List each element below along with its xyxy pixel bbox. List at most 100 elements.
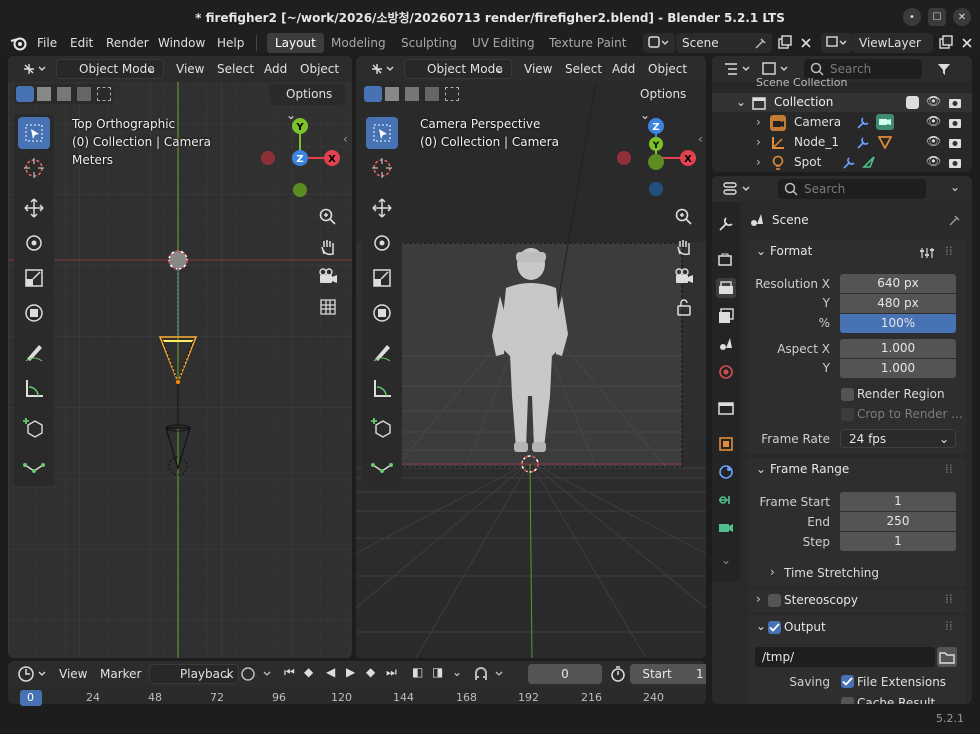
menu-file[interactable]: File <box>37 36 57 50</box>
pan-hand-icon[interactable] <box>315 234 341 260</box>
move-tool-icon[interactable] <box>18 192 50 224</box>
render-camera-icon[interactable] <box>948 156 962 169</box>
scale-tool-icon[interactable] <box>366 262 398 294</box>
outliner-row-camera[interactable]: › Camera 👁 <box>712 113 972 132</box>
render-camera-icon[interactable] <box>948 136 962 149</box>
drag-handle-icon[interactable]: ⁞⁞ <box>945 619 953 633</box>
move-tool-icon[interactable] <box>366 192 398 224</box>
physics-tab-icon[interactable] <box>716 462 736 482</box>
cursor-tool-icon[interactable] <box>366 152 398 184</box>
expand-chevron-icon[interactable]: › <box>770 565 775 579</box>
sidebar-toggle-icon[interactable]: ‹ <box>343 132 348 146</box>
select-intersect-icon[interactable] <box>445 87 459 101</box>
new-scene-icon[interactable] <box>776 34 794 52</box>
new-viewlayer-icon[interactable] <box>937 34 955 52</box>
viewport-camera-perspective[interactable]: Object Mode ⌄ View Select Add Object Opti… <box>356 56 706 658</box>
play-reverse-icon[interactable]: ◀ <box>326 665 335 679</box>
collection-checkbox[interactable] <box>906 96 919 109</box>
select-subtract-icon[interactable] <box>57 87 71 101</box>
viewport-top-orthographic[interactable]: Object Mode ⌄ View Select Add Object Opti… <box>8 56 352 658</box>
menu-object[interactable]: Object <box>648 59 687 79</box>
next-keyframe-icon[interactable]: ◆ <box>366 665 375 679</box>
chevron-down-icon[interactable]: ⌄ <box>452 665 462 679</box>
pan-hand-icon[interactable] <box>671 234 697 260</box>
options-chevron-icon[interactable]: ⌄ <box>950 180 960 194</box>
menu-add[interactable]: Add <box>264 59 287 79</box>
drag-handle-icon[interactable]: ⁞⁞ <box>945 244 953 258</box>
visibility-eye-icon[interactable]: 👁 <box>926 154 941 168</box>
menu-window[interactable]: Window <box>158 36 205 50</box>
play-icon[interactable]: ▶ <box>346 665 355 679</box>
frame-step-field[interactable]: 1 <box>840 532 956 551</box>
select-box-tool-icon[interactable] <box>18 117 50 149</box>
output-checkbox[interactable] <box>768 621 781 634</box>
viewlayer-browse-dropdown[interactable] <box>821 33 853 53</box>
autokey-record-icon[interactable] <box>240 665 276 683</box>
select-extend-icon[interactable] <box>37 87 51 101</box>
editor-type-dropdown[interactable] <box>368 59 396 79</box>
view-layer-field[interactable]: ViewLayer <box>853 33 933 53</box>
select-new-icon[interactable] <box>364 86 382 102</box>
cursor-tool-icon[interactable] <box>18 152 50 184</box>
frame-start-field[interactable]: Start 1 <box>630 664 706 684</box>
camera-view-icon[interactable] <box>315 264 341 290</box>
expand-chevron-icon[interactable]: › <box>756 592 761 606</box>
select-subtract-icon[interactable] <box>405 87 419 101</box>
select-extend-icon[interactable] <box>385 87 399 101</box>
visibility-eye-icon[interactable]: 👁 <box>926 94 941 108</box>
tab-layout[interactable]: Layout <box>267 33 324 53</box>
stereoscopy-checkbox[interactable] <box>768 594 781 607</box>
timeline-menu-view[interactable]: View <box>59 664 87 684</box>
scene-collection-row[interactable]: Scene Collection <box>756 76 847 89</box>
aspect-y-field[interactable]: 1.000 <box>840 359 956 378</box>
scene-browse-dropdown[interactable] <box>643 33 675 53</box>
lock-camera-icon[interactable] <box>671 294 697 320</box>
format-panel-title[interactable]: Format <box>770 244 812 258</box>
file-extensions-checkbox[interactable] <box>841 675 854 688</box>
select-invert-icon[interactable] <box>425 87 439 101</box>
cache-result-checkbox[interactable] <box>841 697 854 704</box>
camera-view-icon[interactable] <box>671 264 697 290</box>
editor-type-dropdown[interactable] <box>722 60 752 78</box>
outliner-row-collection[interactable]: ⌄ Collection 👁 <box>712 93 972 112</box>
add-cube-tool-icon[interactable] <box>366 411 398 443</box>
select-box-tool-icon[interactable] <box>366 117 398 149</box>
frame-end-field[interactable]: 250 <box>840 512 956 531</box>
collapse-chevron-icon[interactable]: ⌄ <box>756 619 766 633</box>
stopwatch-icon[interactable] <box>610 666 626 682</box>
menu-help[interactable]: Help <box>217 36 244 50</box>
expand-chevron-icon[interactable]: › <box>756 155 761 169</box>
scroll-down-chevron-icon[interactable]: ⌄ <box>716 550 736 570</box>
drag-handle-icon[interactable]: ⁞⁞ <box>945 462 953 476</box>
rotate-tool-icon[interactable] <box>366 227 398 259</box>
rotate-tool-icon[interactable] <box>18 227 50 259</box>
transform-tool-icon[interactable] <box>366 297 398 329</box>
sidebar-toggle-icon[interactable]: ‹ <box>698 132 703 146</box>
annotate-tool-icon[interactable] <box>18 336 50 368</box>
outliner-row-spot[interactable]: › Spot 👁 <box>712 153 972 172</box>
playback-dropdown[interactable]: Playback ⌄ <box>149 664 239 684</box>
visibility-eye-icon[interactable]: 👁 <box>926 114 941 128</box>
frame-start-field[interactable]: 1 <box>840 492 956 511</box>
prev-keyframe-icon[interactable]: ◆ <box>304 665 313 679</box>
object-mode-dropdown[interactable]: Object Mode ⌄ <box>56 59 164 79</box>
zoom-icon[interactable] <box>315 204 341 230</box>
output-path-field[interactable]: /tmp/ <box>755 647 935 667</box>
shear-tool-icon[interactable] <box>366 450 398 482</box>
filter-icon[interactable] <box>936 61 960 77</box>
outliner-row-node[interactable]: › Node_1 👁 <box>712 133 972 152</box>
minimize-button[interactable]: • <box>903 8 921 26</box>
render-tab-icon[interactable] <box>716 250 736 270</box>
time-stretching-subpanel[interactable]: Time Stretching <box>784 566 879 580</box>
editor-type-dropdown[interactable] <box>18 665 48 683</box>
tab-texture-paint[interactable]: Texture Paint <box>541 33 634 53</box>
snap-magnet-icon[interactable] <box>472 665 508 683</box>
tab-uv-editing[interactable]: UV Editing <box>464 33 543 53</box>
output-title[interactable]: Output <box>784 620 826 634</box>
menu-view[interactable]: View <box>176 59 204 79</box>
options-dropdown[interactable]: Options ⌄ <box>630 84 700 122</box>
render-camera-icon[interactable] <box>948 96 962 109</box>
menu-render[interactable]: Render <box>106 36 149 50</box>
blender-logo-icon[interactable] <box>10 35 28 51</box>
tab-modeling[interactable]: Modeling <box>323 33 394 53</box>
